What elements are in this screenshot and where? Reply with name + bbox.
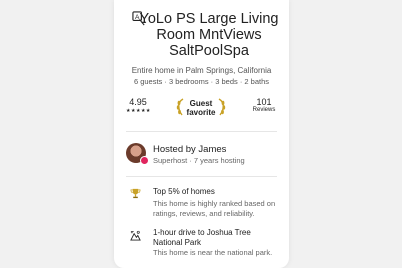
listing-details: 6 guests · 3 bedrooms · 3 beds · 2 baths: [133, 77, 270, 86]
laurel-left-icon: [176, 98, 184, 116]
divider: [126, 176, 277, 177]
superhost-badge: [140, 156, 149, 165]
host-meta: Superhost · 7 years hosting: [153, 156, 245, 165]
listing-sheet: A YoLo PS Large Living Room MntViews Sal…: [114, 0, 289, 268]
host-name: Hosted by James: [153, 144, 227, 155]
highlight-description: This home is near the national park.: [153, 248, 273, 257]
highlight-title: 1-hour drive to Joshua Tree National Par…: [153, 228, 251, 247]
reviews-label[interactable]: Reviews: [251, 107, 277, 113]
rating-stars: ★★★★★: [126, 108, 151, 114]
guest-favorite-label: Guest favorite: [186, 99, 216, 117]
guest-favorite-badge: Guest favorite: [174, 97, 228, 119]
trophy-icon: [130, 188, 141, 199]
listing-subtitle: Entire home in Palm Springs, California: [131, 66, 272, 75]
divider: [126, 131, 277, 132]
laurel-right-icon: [218, 98, 226, 116]
listing-stats: 4.95 ★★★★★ Guest favorite 101 Reviews: [126, 97, 277, 119]
listing-title: YoLo PS Large Living Room MntViews SaltP…: [139, 11, 279, 59]
highlight-description: This home is highly ranked based on rati…: [153, 199, 276, 218]
rating-value: 4.95: [129, 97, 147, 107]
highlight-title: Top 5% of homes: [153, 187, 215, 196]
mountain-icon: [130, 230, 141, 241]
reviews-count[interactable]: 101: [251, 97, 277, 107]
